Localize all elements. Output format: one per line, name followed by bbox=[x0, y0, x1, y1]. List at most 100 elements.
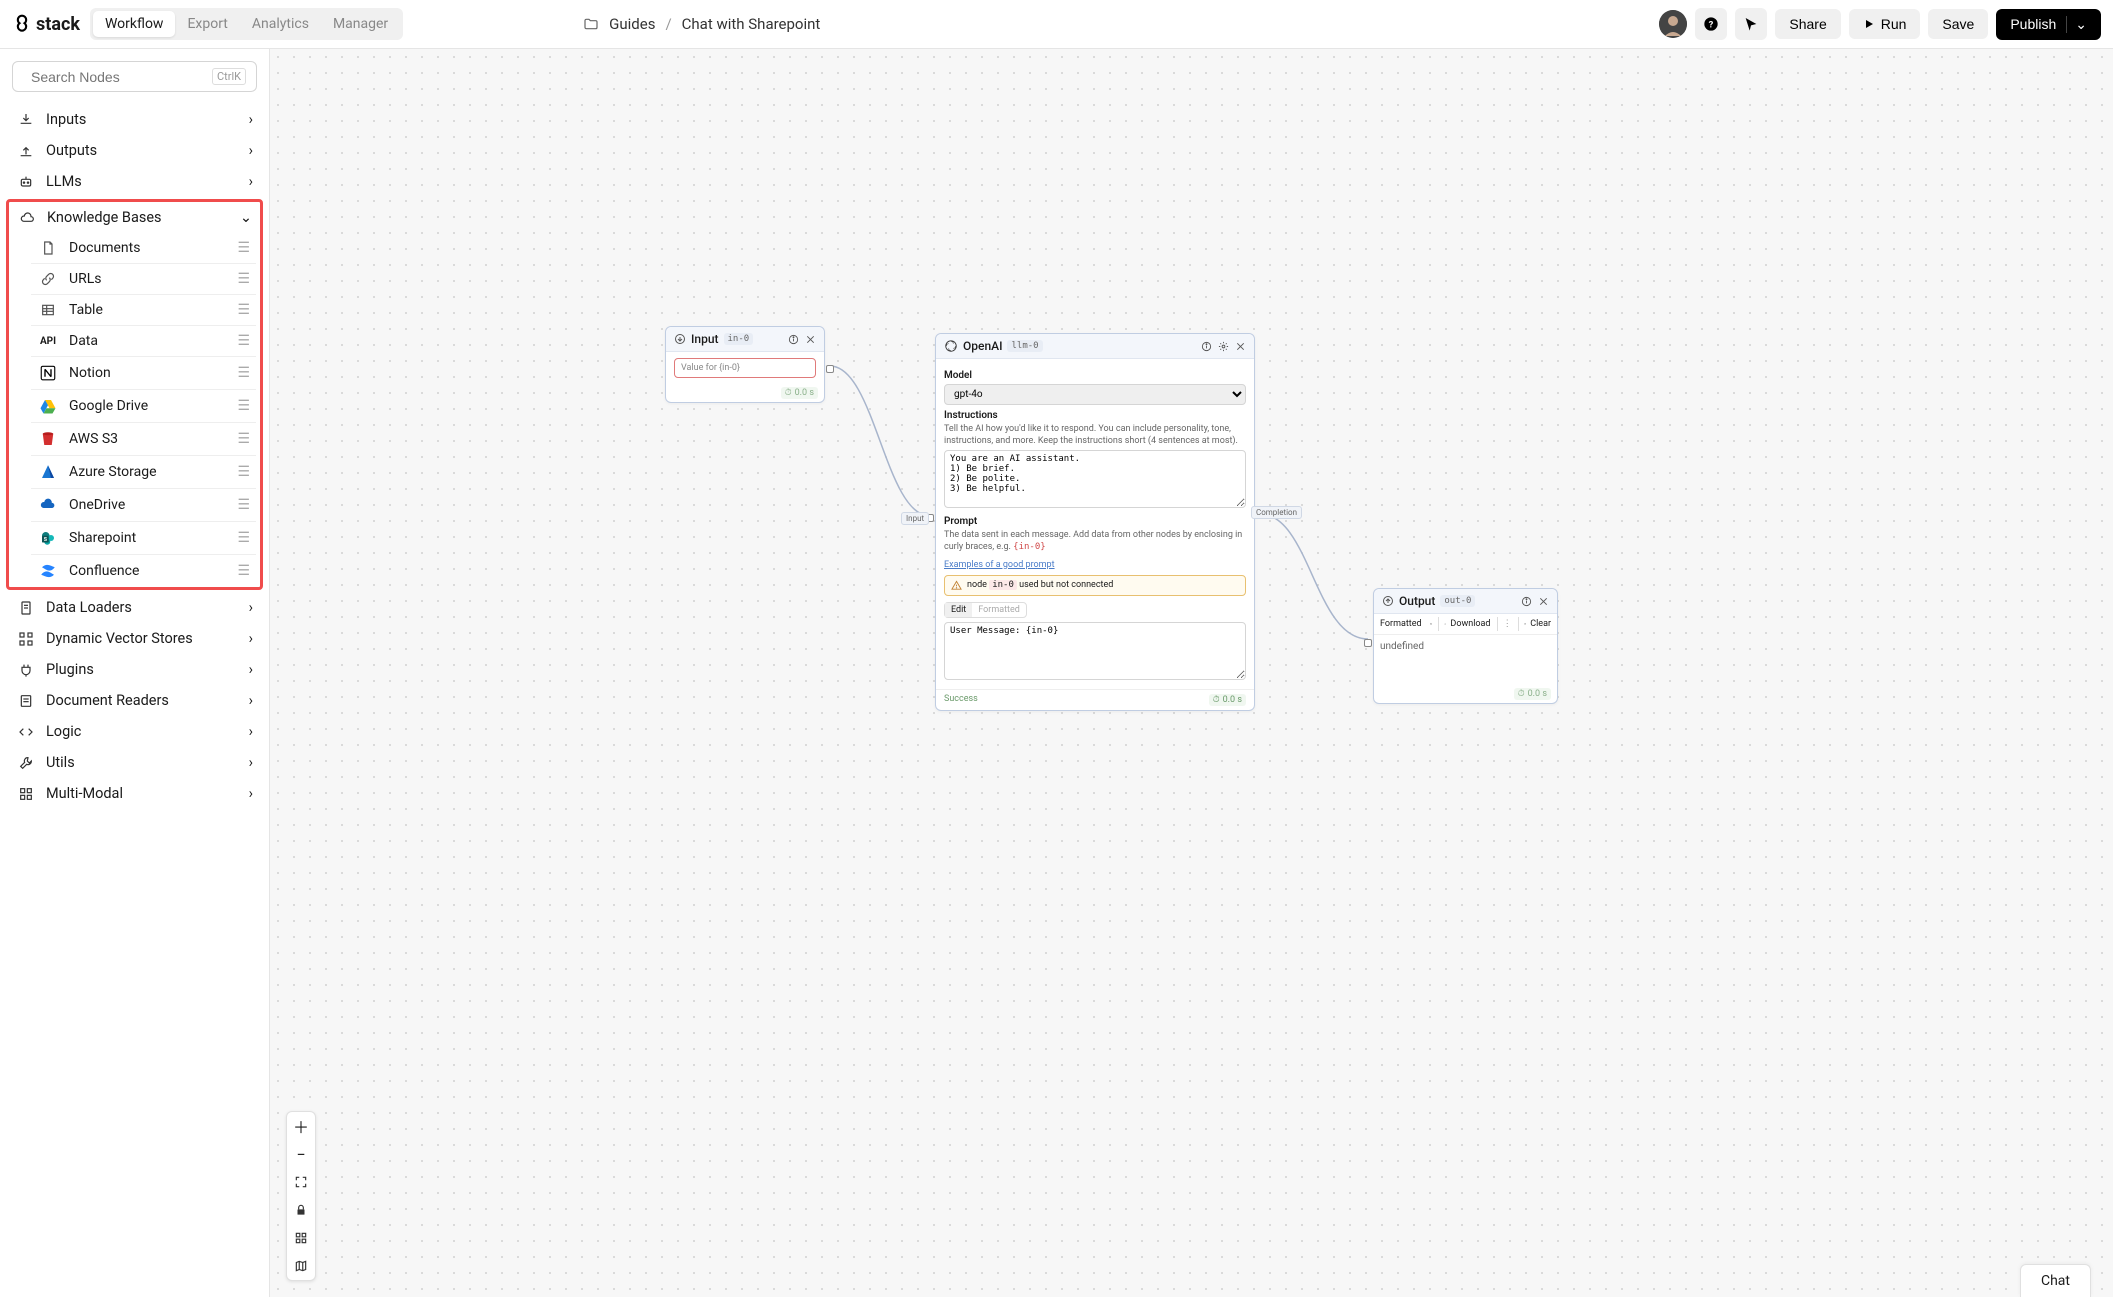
kb-azure-storage[interactable]: Azure Storage☰ bbox=[31, 456, 256, 489]
save-button[interactable]: Save bbox=[1928, 9, 1988, 39]
info-icon[interactable] bbox=[1521, 596, 1532, 607]
kb-aws-s3[interactable]: AWS S3☰ bbox=[31, 423, 256, 456]
gdrive-icon bbox=[37, 397, 59, 415]
api-icon: API bbox=[37, 336, 59, 347]
prompt-textarea[interactable]: User Message: {in-0} bbox=[944, 622, 1246, 680]
cat-knowledge-bases[interactable]: Knowledge Bases⌄ bbox=[13, 202, 256, 233]
tab-manager[interactable]: Manager bbox=[321, 11, 400, 37]
kb-table[interactable]: Table☰ bbox=[31, 295, 256, 326]
lock-button[interactable] bbox=[287, 1196, 315, 1224]
node-openai[interactable]: OpenAI llm-0 Model gpt-4o Instructions T… bbox=[935, 333, 1255, 711]
play-icon bbox=[1863, 18, 1875, 30]
avatar[interactable] bbox=[1659, 10, 1687, 38]
info-icon[interactable] bbox=[1201, 341, 1212, 352]
prompt-mode-toggle[interactable]: Edit Formatted bbox=[944, 602, 1027, 618]
map-button[interactable] bbox=[287, 1252, 315, 1280]
kb-data[interactable]: APIData☰ bbox=[31, 326, 256, 357]
output-port[interactable] bbox=[826, 365, 834, 373]
cat-document-readers[interactable]: Document Readers› bbox=[12, 685, 257, 716]
kb-urls[interactable]: URLs☰ bbox=[31, 264, 256, 295]
input-value-field[interactable]: Value for {in-0} bbox=[674, 358, 816, 378]
close-icon[interactable] bbox=[1538, 596, 1549, 607]
cat-utils[interactable]: Utils› bbox=[12, 747, 257, 778]
clear-icon bbox=[1524, 619, 1526, 629]
highlight-knowledge-bases: Knowledge Bases⌄ Documents☰ URLs☰ Table☰… bbox=[6, 199, 263, 590]
kb-documents[interactable]: Documents☰ bbox=[31, 233, 256, 264]
cat-inputs[interactable]: Inputs› bbox=[12, 104, 257, 135]
run-button[interactable]: Run bbox=[1849, 9, 1921, 39]
sharepoint-icon: S bbox=[37, 529, 59, 547]
aws-s3-icon bbox=[37, 430, 59, 448]
help-button[interactable]: ? bbox=[1695, 8, 1727, 40]
cat-data-loaders[interactable]: Data Loaders› bbox=[12, 592, 257, 623]
code-icon bbox=[16, 724, 36, 740]
sidebar: CtrlK Inputs› Outputs› LLMs› Knowledge B… bbox=[0, 49, 270, 1297]
examples-link[interactable]: Examples of a good prompt bbox=[944, 560, 1055, 570]
warning-banner: node in-0 used but not connected bbox=[944, 575, 1246, 596]
edge-input-openai bbox=[825, 361, 935, 521]
search-input[interactable]: CtrlK bbox=[12, 61, 257, 92]
tab-workflow[interactable]: Workflow bbox=[93, 11, 176, 37]
svg-text:?: ? bbox=[1709, 19, 1714, 30]
document-icon bbox=[37, 240, 59, 256]
notion-icon bbox=[37, 364, 59, 382]
model-select[interactable]: gpt-4o bbox=[944, 384, 1246, 405]
download-icon bbox=[1444, 619, 1446, 629]
output-icon bbox=[1382, 595, 1394, 607]
kb-google-drive[interactable]: Google Drive☰ bbox=[31, 390, 256, 423]
tab-analytics[interactable]: Analytics bbox=[240, 11, 321, 37]
kb-notion[interactable]: Notion☰ bbox=[31, 357, 256, 390]
folder-icon bbox=[583, 16, 599, 32]
upload-icon bbox=[16, 143, 36, 159]
chat-button[interactable]: Chat bbox=[2020, 1264, 2091, 1297]
link-icon bbox=[37, 271, 59, 287]
cursor-button[interactable] bbox=[1735, 8, 1767, 40]
gear-icon[interactable] bbox=[1218, 341, 1229, 352]
breadcrumb-folder[interactable]: Guides bbox=[609, 15, 655, 33]
azure-icon bbox=[37, 463, 59, 481]
reader-icon bbox=[16, 693, 36, 709]
chevron-right-icon: › bbox=[249, 111, 253, 128]
input-port[interactable] bbox=[1364, 639, 1372, 647]
output-content: undefined bbox=[1374, 635, 1557, 685]
cat-dynamic-vector[interactable]: Dynamic Vector Stores› bbox=[12, 623, 257, 654]
cat-outputs[interactable]: Outputs› bbox=[12, 135, 257, 166]
tab-export[interactable]: Export bbox=[175, 11, 239, 37]
node-input[interactable]: Input in-0 Value for {in-0} ⏱ 0.0 s bbox=[665, 326, 825, 403]
zoom-out-button[interactable]: − bbox=[287, 1140, 315, 1168]
grid-icon bbox=[16, 786, 36, 802]
onedrive-icon bbox=[37, 496, 59, 514]
view-tabs: Workflow Export Analytics Manager bbox=[90, 8, 403, 40]
kb-sharepoint[interactable]: SSharepoint☰ bbox=[31, 522, 256, 555]
cat-logic[interactable]: Logic› bbox=[12, 716, 257, 747]
cat-plugins[interactable]: Plugins› bbox=[12, 654, 257, 685]
robot-icon bbox=[16, 174, 36, 190]
info-icon[interactable] bbox=[788, 334, 799, 345]
share-button[interactable]: Share bbox=[1775, 9, 1840, 39]
grid-button[interactable] bbox=[287, 1224, 315, 1252]
publish-button[interactable]: Publish ⌄ bbox=[1996, 9, 2101, 40]
canvas[interactable]: Input in-0 Value for {in-0} ⏱ 0.0 s Open… bbox=[270, 49, 2113, 1297]
download-icon bbox=[16, 112, 36, 128]
kb-confluence[interactable]: Confluence☰ bbox=[31, 555, 256, 587]
cat-llms[interactable]: LLMs› bbox=[12, 166, 257, 197]
edge-openai-output bbox=[1255, 509, 1373, 644]
warning-icon bbox=[951, 580, 962, 591]
plugin-icon bbox=[16, 662, 36, 678]
download-button[interactable]: Download bbox=[1450, 619, 1490, 629]
clear-button[interactable]: Clear bbox=[1530, 619, 1551, 629]
copy-icon[interactable] bbox=[1430, 619, 1432, 629]
zoom-in-button[interactable]: ＋ bbox=[287, 1112, 315, 1140]
close-icon[interactable] bbox=[805, 334, 816, 345]
timing-badge: ⏱ 0.0 s bbox=[1209, 694, 1246, 706]
instructions-textarea[interactable]: You are an AI assistant. 1) Be brief. 2)… bbox=[944, 450, 1246, 508]
node-output[interactable]: Output out-0 Formatted Download ⋮ Clear bbox=[1373, 588, 1558, 704]
loader-icon bbox=[16, 600, 36, 616]
timing-badge: ⏱ 0.0 s bbox=[781, 387, 818, 399]
fit-button[interactable] bbox=[287, 1168, 315, 1196]
chevron-down-icon: ⌄ bbox=[2066, 16, 2087, 33]
close-icon[interactable] bbox=[1235, 341, 1246, 352]
cat-multi-modal[interactable]: Multi-Modal› bbox=[12, 778, 257, 809]
kb-onedrive[interactable]: OneDrive☰ bbox=[31, 489, 256, 522]
drag-icon: ☰ bbox=[237, 241, 250, 255]
